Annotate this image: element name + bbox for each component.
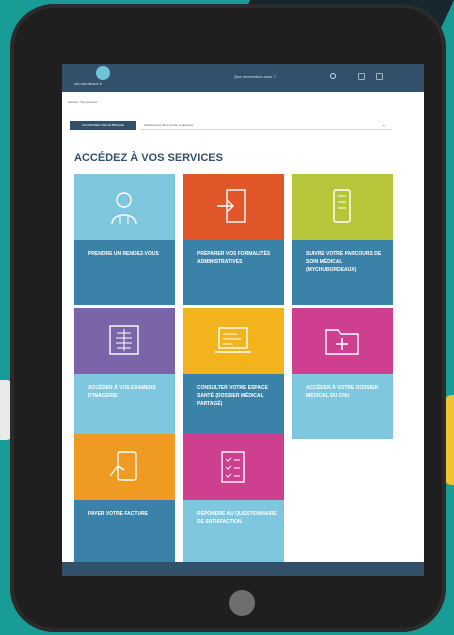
tablet-home-button[interactable] (229, 590, 255, 616)
tile-label: CONSULTER VOTRE ESPACE SANTÉ (DOSSIER MÉ… (197, 385, 268, 407)
tile-label: PRÉPARER VOS FORMALITÉS ADMINISTRATIVES (197, 251, 271, 265)
laptop-icon (213, 320, 253, 360)
search-icon[interactable] (330, 73, 336, 79)
tile-label: ACCÉDER À VOS EXAMENS D'IMAGERIE (88, 385, 156, 399)
logo-text[interactable]: chu-bordeaux.fr (74, 81, 102, 86)
tile-icon-area (292, 308, 393, 374)
user-account-icon[interactable] (376, 73, 383, 80)
tile-label: SUIVRE VOTRE PARCOURS DE SOIN MÉDICAL (M… (306, 251, 382, 273)
top-navigation-bar: chu-bordeaux.fr Que recherchez-vous ? (62, 64, 424, 92)
tile-label: PRENDRE UN RENDEZ-VOUS (88, 251, 159, 257)
medical-folder-icon (322, 320, 362, 360)
tablet-screen: chu-bordeaux.fr Que recherchez-vous ? Ac… (62, 64, 424, 576)
tile-icon-area (74, 174, 175, 240)
door-exit-icon (213, 186, 253, 226)
phone-app-icon (322, 186, 362, 226)
tile-label: RÉPONDRE AU QUESTIONNAIRE DE SATISFACTIO… (197, 511, 277, 525)
tile-pay-invoice[interactable]: PAYER VOTRE FACTURE (74, 434, 175, 565)
xray-icon (104, 320, 144, 360)
search-input[interactable]: Que recherchez-vous ? (234, 74, 276, 79)
accessibility-icon[interactable] (358, 73, 365, 80)
doctor-icon (104, 186, 144, 226)
dropdown-value: Sélectionnez dans la liste ci-dessous (144, 123, 194, 127)
chevron-down-icon: ⌄ (381, 122, 386, 128)
category-dropdown[interactable]: Sélectionnez dans la liste ci-dessous ⌄ (140, 121, 392, 130)
payment-card-icon (104, 446, 144, 486)
tile-icon-area (74, 308, 175, 374)
tile-icon-area (74, 434, 175, 500)
tile-label: ACCÉDER À VOTRE DOSSIER MÉDICAL DU CHU (306, 385, 379, 399)
tile-health-space[interactable]: CONSULTER VOTRE ESPACE SANTÉ (DOSSIER MÉ… (183, 308, 284, 439)
tile-medical-file[interactable]: ACCÉDER À VOTRE DOSSIER MÉDICAL DU CHU (292, 308, 393, 439)
tile-label: PAYER VOTRE FACTURE (88, 511, 149, 517)
tile-satisfaction[interactable]: RÉPONDRE AU QUESTIONNAIRE DE SATISFACTIO… (183, 434, 284, 565)
footer-bar (62, 562, 424, 576)
choose-category-button[interactable]: CHOISISSEZ UNE RUBRIQUE (70, 121, 136, 130)
checklist-icon (213, 446, 253, 486)
tile-icon-area (183, 174, 284, 240)
tile-appointment[interactable]: PRENDRE UN RENDEZ-VOUS (74, 174, 175, 305)
tile-icon-area (183, 434, 284, 500)
tile-imaging[interactable]: ACCÉDER À VOS EXAMENS D'IMAGERIE (74, 308, 175, 439)
breadcrumb[interactable]: Accueil / Vos services (68, 100, 97, 104)
tile-formalities[interactable]: PRÉPARER VOS FORMALITÉS ADMINISTRATIVES (183, 174, 284, 305)
tile-icon-area (292, 174, 393, 240)
page-title: ACCÉDEZ À VOS SERVICES (74, 152, 223, 164)
chu-logo-icon[interactable] (96, 66, 110, 80)
tile-care-path[interactable]: SUIVRE VOTRE PARCOURS DE SOIN MÉDICAL (M… (292, 174, 393, 305)
tile-icon-area (183, 308, 284, 374)
